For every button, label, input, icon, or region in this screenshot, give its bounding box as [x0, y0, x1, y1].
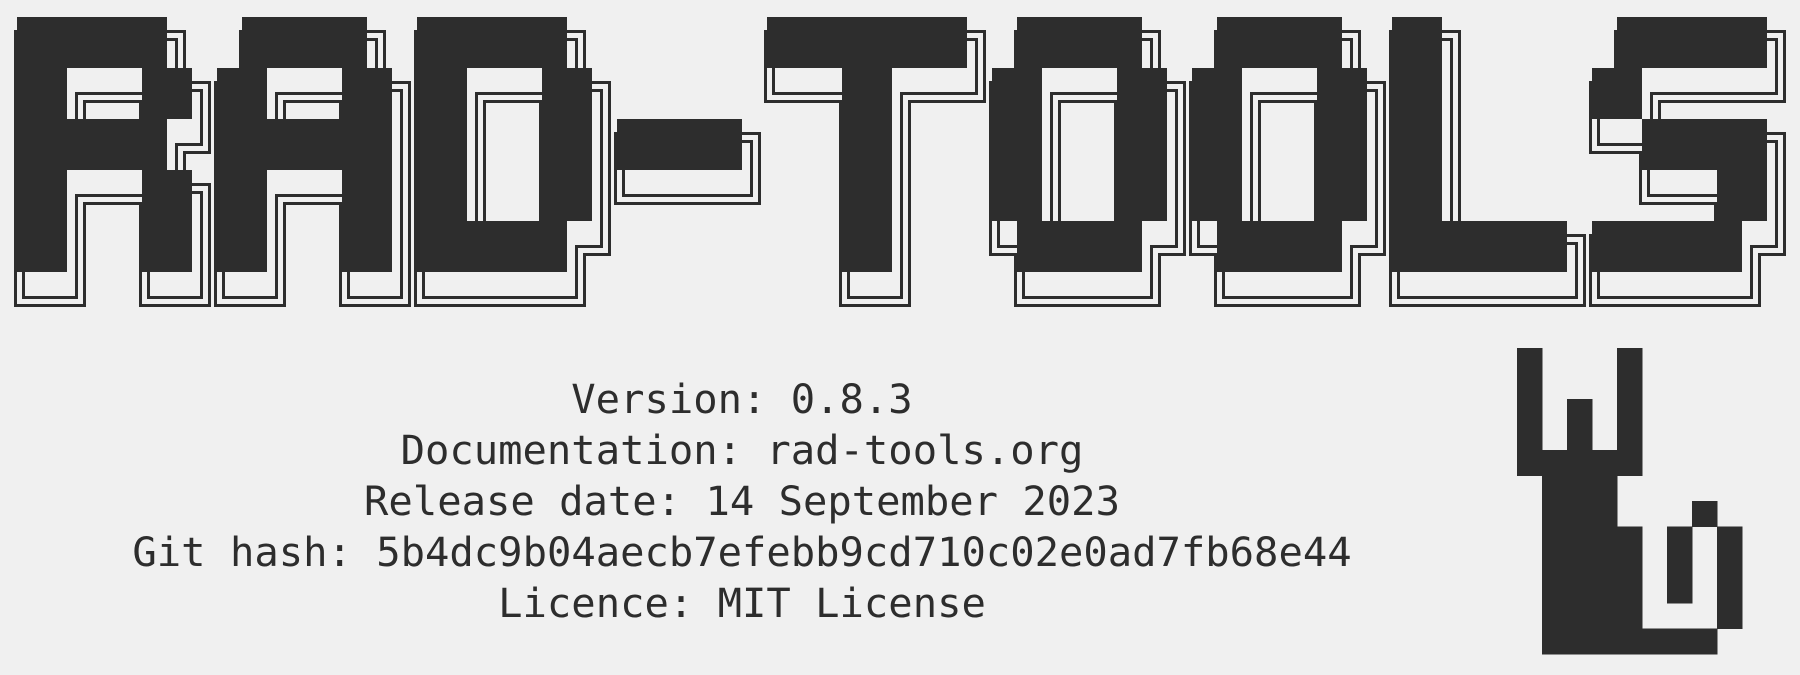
pixel-cat-icon [1517, 348, 1743, 655]
cat-pixel [1542, 552, 1568, 578]
cat-pixel [1667, 577, 1693, 604]
cat-pixel [1567, 577, 1593, 604]
cat-pixel [1542, 450, 1568, 476]
cat-pixel [1567, 501, 1593, 527]
cat-pixel [1617, 577, 1643, 604]
cat-pixel [1567, 552, 1593, 578]
cat-pixel [1567, 450, 1593, 476]
cat-pixel [1592, 475, 1618, 502]
cat-pixel [1542, 603, 1568, 629]
cat-pixel [1517, 373, 1543, 400]
cat-pixel [1592, 577, 1618, 604]
cat-pixel [1592, 450, 1618, 476]
cat-pixel [1567, 475, 1593, 502]
cat-pixel [1592, 628, 1618, 655]
cat-pixel [1717, 552, 1743, 578]
cat-pixel [1717, 526, 1743, 553]
cat-pixel [1567, 399, 1593, 425]
cat-pixel [1517, 399, 1543, 425]
cat-pixel [1542, 577, 1568, 604]
cat-pixel [1592, 526, 1618, 553]
cat-pixel [1617, 450, 1643, 476]
cat-pixel [1542, 475, 1568, 502]
cat-pixel [1667, 552, 1693, 578]
cat-pixel [1667, 526, 1693, 553]
cat-pixel [1567, 603, 1593, 629]
cat-pixel [1567, 424, 1593, 451]
cat-pixel [1692, 628, 1718, 655]
cat-pixel [1667, 628, 1693, 655]
cat-pixel [1517, 424, 1543, 451]
cat-pixel [1617, 373, 1643, 400]
cat-pixel [1592, 552, 1618, 578]
cat-pixel [1617, 552, 1643, 578]
cat-pixel [1617, 424, 1643, 451]
cat-pixel [1617, 526, 1643, 553]
cat-pixel [1617, 603, 1643, 629]
cat-pixel [1617, 628, 1643, 655]
cat-pixel [1642, 628, 1668, 655]
cat-pixel [1517, 348, 1543, 374]
cat-pixel [1717, 577, 1743, 604]
cat-pixel [1542, 628, 1568, 655]
cat-pixel [1567, 628, 1593, 655]
cat-pixel [1592, 501, 1618, 527]
cat-pixel [1542, 501, 1568, 527]
cat-pixel [1692, 501, 1718, 527]
cat-pixel [1717, 603, 1743, 629]
cat-pixel [1517, 450, 1543, 476]
cat-pixel [1592, 603, 1618, 629]
cat-pixel [1617, 348, 1643, 374]
cat-pixel [1542, 526, 1568, 553]
cat-pixel [1617, 399, 1643, 425]
cat-pixel [1567, 526, 1593, 553]
